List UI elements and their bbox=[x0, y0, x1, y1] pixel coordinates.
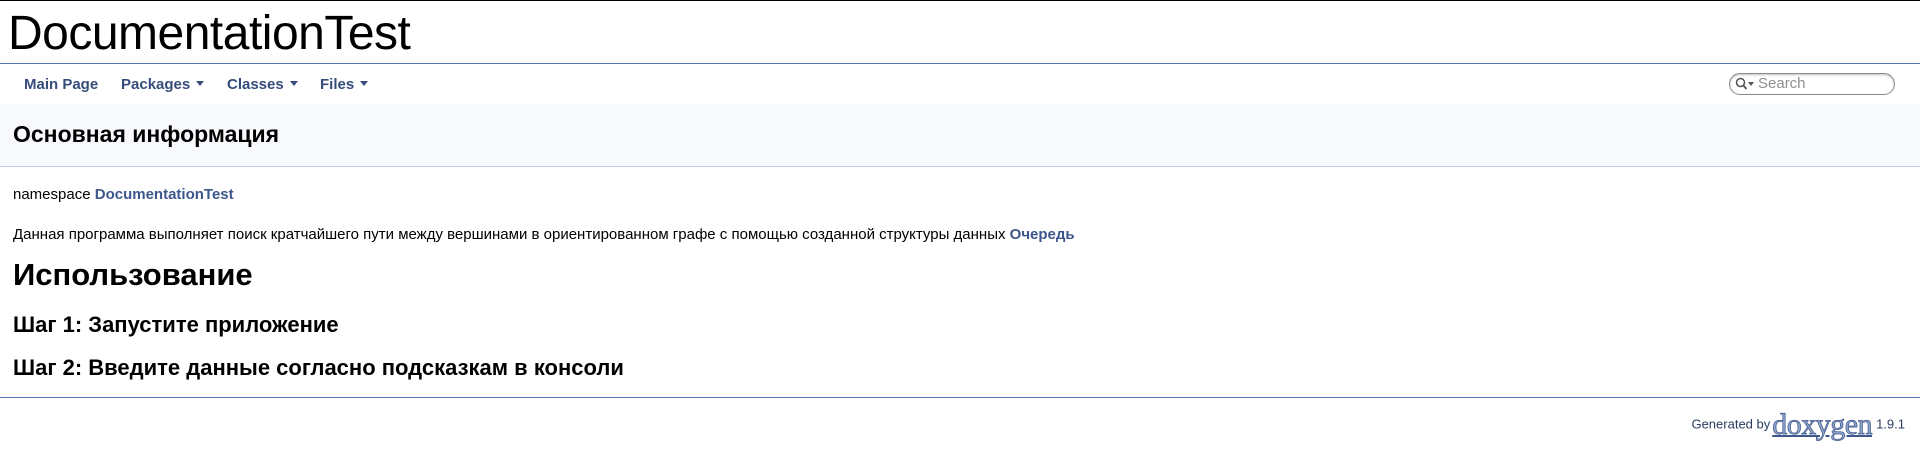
nav-classes-label: Classes bbox=[227, 76, 284, 93]
step1-heading: Шаг 1: Запустите приложение bbox=[13, 312, 339, 337]
title-area: DocumentationTest bbox=[0, 1, 1920, 64]
nav-files-label: Files bbox=[320, 76, 355, 93]
nav-packages-label: Packages bbox=[121, 76, 191, 93]
doxygen-version: 1.9.1 bbox=[1876, 416, 1905, 432]
page-title: Основная информация bbox=[13, 121, 280, 147]
caret-down-icon bbox=[196, 80, 205, 86]
nav-main-page-label: Main Page bbox=[24, 76, 99, 93]
namespace-line: namespace DocumentationTest bbox=[13, 186, 234, 203]
nav-main-page[interactable]: Main Page bbox=[24, 76, 98, 93]
namespace-prefix: namespace bbox=[13, 186, 91, 203]
namespace-link[interactable]: DocumentationTest bbox=[95, 186, 234, 203]
generated-by-text: Generated by bbox=[1691, 416, 1771, 432]
project-name: DocumentationTest bbox=[8, 7, 411, 60]
search-input[interactable] bbox=[1758, 75, 1886, 91]
main-nav: Main Page Packages Classes Files bbox=[0, 64, 1920, 104]
description-line: Данная программа выполняет поиск кратчай… bbox=[13, 226, 1075, 243]
nav-packages-menu[interactable]: Packages bbox=[121, 76, 205, 93]
usage-heading: Использование bbox=[13, 257, 253, 292]
footer: Generated bydoxygen 1.9.1 bbox=[1691, 409, 1905, 440]
search-box bbox=[1729, 73, 1895, 95]
caret-down-icon bbox=[360, 80, 369, 86]
page-header: Основная информация bbox=[0, 104, 1920, 167]
caret-down-icon bbox=[289, 80, 298, 86]
nav-files-menu[interactable]: Files bbox=[320, 76, 369, 93]
queue-link[interactable]: Очередь bbox=[1010, 226, 1075, 243]
footer-divider bbox=[0, 397, 1920, 398]
search-icon[interactable] bbox=[1735, 77, 1755, 91]
doxygen-logo[interactable]: doxygen bbox=[1772, 409, 1873, 440]
nav-classes-menu[interactable]: Classes bbox=[227, 76, 298, 93]
description-text: Данная программа выполняет поиск кратчай… bbox=[13, 226, 1006, 243]
step2-heading: Шаг 2: Введите данные согласно подсказка… bbox=[13, 355, 624, 380]
